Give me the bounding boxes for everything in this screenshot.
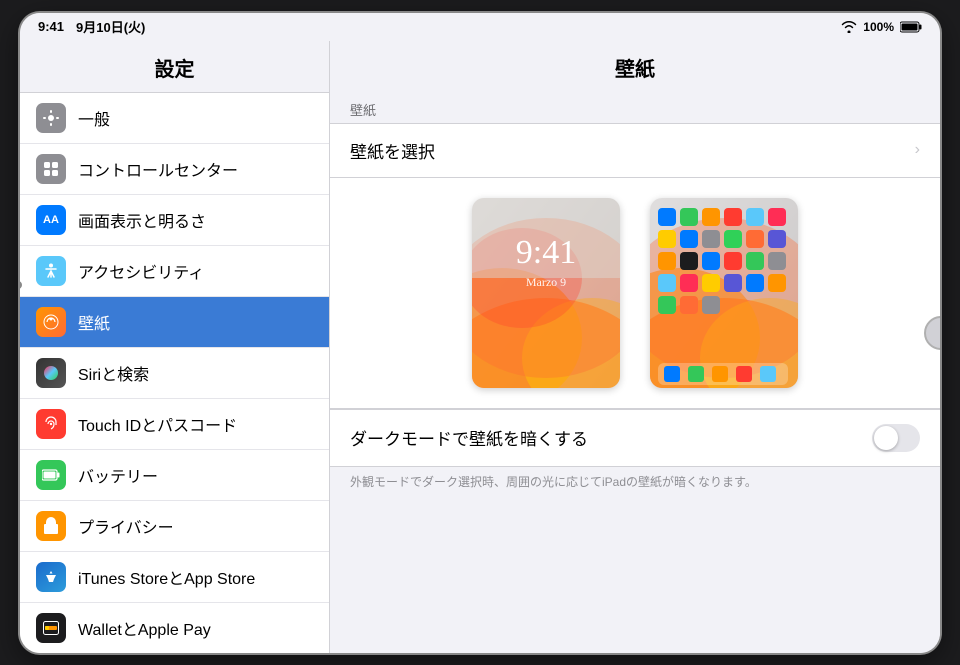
dark-mode-toggle[interactable] xyxy=(872,424,920,452)
battery-menu-icon xyxy=(36,460,66,490)
sidebar-title: 設定 xyxy=(20,41,329,93)
wallpaper-previews: 9:41 Marzo 9 xyxy=(330,178,940,409)
siri-icon xyxy=(36,358,66,388)
control-center-label: コントロールセンター xyxy=(78,157,238,181)
chevron-icon: › xyxy=(915,141,920,159)
control-center-icon xyxy=(36,154,66,184)
select-wallpaper-label: 壁紙を選択 xyxy=(350,138,435,163)
sidebar-item-general[interactable]: 一般 xyxy=(20,93,329,144)
sidebar-item-touchid[interactable]: Touch IDとパスコード xyxy=(20,399,329,450)
wifi-icon xyxy=(841,21,857,33)
battery-label: バッテリー xyxy=(78,463,158,487)
sidebar-item-itunes[interactable]: iTunes StoreとApp Store xyxy=(20,552,329,603)
main-content: 設定 一般 xyxy=(20,41,940,653)
sidebar-item-accessibility[interactable]: アクセシビリティ xyxy=(20,246,329,297)
touchid-icon xyxy=(36,409,66,439)
wallpaper-icon xyxy=(36,307,66,337)
display-icon: AA xyxy=(36,205,66,235)
privacy-label: プライバシー xyxy=(78,514,174,538)
siri-label: Siriと検索 xyxy=(78,361,149,385)
wallet-icon xyxy=(36,613,66,643)
wallpaper-label: 壁紙 xyxy=(78,310,110,334)
lock-screen-preview[interactable]: 9:41 Marzo 9 xyxy=(472,198,620,388)
status-right: 100% xyxy=(841,20,922,34)
battery-percent: 100% xyxy=(863,20,894,34)
status-left: 9:41 9月10日(火) xyxy=(38,17,145,36)
sidebar-item-wallpaper[interactable]: 壁紙 xyxy=(20,297,329,348)
accessibility-icon xyxy=(36,256,66,286)
svg-text:9:41: 9:41 xyxy=(516,234,576,271)
right-panel: 壁紙 壁紙 壁紙を選択 › xyxy=(330,41,940,653)
svg-text:Marzo 9: Marzo 9 xyxy=(526,275,566,289)
sidebar-item-battery[interactable]: バッテリー xyxy=(20,450,329,501)
sidebar-item-privacy[interactable]: プライバシー xyxy=(20,501,329,552)
home-screen-preview[interactable] xyxy=(650,198,798,388)
general-label: 一般 xyxy=(78,106,110,130)
select-wallpaper-row[interactable]: 壁紙を選択 › xyxy=(330,123,940,178)
general-icon xyxy=(36,103,66,133)
sidebar-item-display[interactable]: AA 画面表示と明るさ xyxy=(20,195,329,246)
panel-title: 壁紙 xyxy=(330,41,940,92)
itunes-label: iTunes StoreとApp Store xyxy=(78,565,255,589)
accessibility-label: アクセシビリティ xyxy=(78,259,204,283)
sidebar-item-siri[interactable]: Siriと検索 xyxy=(20,348,329,399)
privacy-icon xyxy=(36,511,66,541)
dark-mode-label: ダークモードで壁紙を暗くする xyxy=(350,425,588,450)
touchid-label: Touch IDとパスコード xyxy=(78,412,237,436)
sidebar-item-control-center[interactable]: コントロールセンター xyxy=(20,144,329,195)
status-time: 9:41 xyxy=(38,19,64,34)
section-label: 壁紙 xyxy=(330,92,940,123)
dark-mode-description: 外観モードでダーク選択時、周囲の光に応じてiPadの壁紙が暗くなります。 xyxy=(330,467,940,506)
appstore-icon xyxy=(36,562,66,592)
sidebar-item-wallet[interactable]: WalletとApple Pay xyxy=(20,603,329,653)
ipad-frame: 9:41 9月10日(火) 100% 設定 xyxy=(20,13,940,653)
wallet-label: WalletとApple Pay xyxy=(78,616,211,640)
sidebar: 設定 一般 xyxy=(20,41,330,653)
dark-mode-row: ダークモードで壁紙を暗くする xyxy=(330,409,940,467)
status-bar: 9:41 9月10日(火) 100% xyxy=(20,13,940,41)
battery-icon xyxy=(900,21,922,33)
status-date: 9月10日(火) xyxy=(76,17,145,36)
display-label: 画面表示と明るさ xyxy=(78,208,206,232)
